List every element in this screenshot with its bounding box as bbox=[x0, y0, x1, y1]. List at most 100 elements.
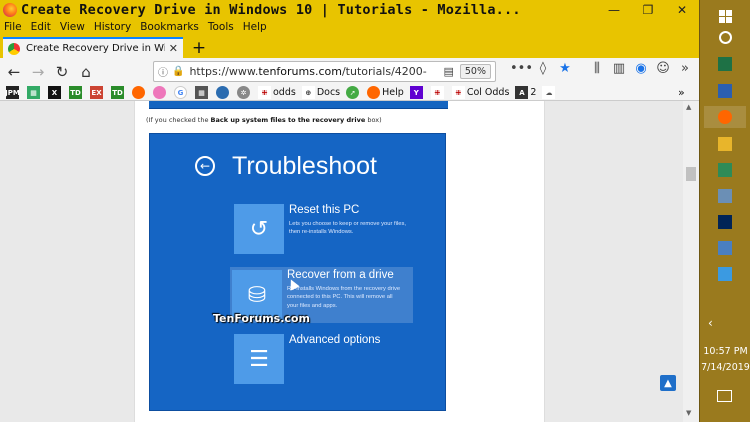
menu-help[interactable]: Help bbox=[243, 21, 267, 33]
reset-pc-title: Reset this PC bbox=[289, 204, 360, 216]
account-icon[interactable]: ☺ bbox=[652, 61, 674, 76]
cortana-button[interactable] bbox=[712, 26, 738, 48]
advanced-options-title: Advanced options bbox=[289, 334, 381, 346]
bookmark-film[interactable]: ▦ bbox=[195, 86, 210, 100]
taskbar-monitor[interactable] bbox=[712, 263, 738, 285]
bookmark-yahoo[interactable]: Y bbox=[409, 86, 425, 100]
tab-active[interactable]: Create Recovery Drive in Windo ✕ bbox=[3, 37, 183, 58]
bookmark-ex[interactable]: EX bbox=[90, 86, 105, 100]
home-icon[interactable]: ⌂ bbox=[74, 60, 98, 84]
close-button[interactable]: ✕ bbox=[665, 0, 699, 19]
taskbar-app-green[interactable] bbox=[712, 159, 738, 181]
bookmarks-bar: JPM ▦ X TD EX TD G ▦ ✲ ⁜ odds ⊕ Docs ➚ Hel… bbox=[0, 85, 699, 101]
url-bar[interactable]: ⓘ 🔒 https://www.tenforums.com/tutorials/… bbox=[153, 61, 496, 82]
bookmark-jpm[interactable]: JPM bbox=[5, 86, 21, 100]
clock-date: 7/14/2019 bbox=[701, 362, 750, 373]
app-gray-icon bbox=[718, 189, 732, 203]
back-icon[interactable]: ← bbox=[2, 60, 26, 84]
zoom-level[interactable]: 50% bbox=[459, 64, 491, 79]
taskbar-powershell[interactable] bbox=[712, 211, 738, 233]
taskbar-firefox[interactable] bbox=[704, 106, 746, 128]
scroll-up-icon[interactable]: ▲ bbox=[686, 103, 691, 111]
taskbar-clock[interactable]: 10:57 PM 7/14/2019 bbox=[700, 346, 750, 373]
menu-view[interactable]: View bbox=[60, 21, 85, 33]
bookmark-col-odds[interactable]: ⁜ Col Odds bbox=[451, 86, 509, 100]
taskbar-network[interactable] bbox=[712, 237, 738, 259]
checklist-icon: ☰ bbox=[234, 334, 284, 384]
bookmark-a[interactable]: A2 bbox=[515, 86, 536, 100]
bookmark-docs[interactable]: ⊕ Docs bbox=[301, 86, 340, 100]
maximize-button[interactable]: ❐ bbox=[631, 0, 665, 19]
pocket-icon[interactable]: ◊ bbox=[532, 61, 554, 76]
url-text[interactable]: https://www.tenforums.com/tutorials/4200… bbox=[189, 65, 437, 78]
tab-bar: Create Recovery Drive in Windo ✕ + bbox=[0, 35, 699, 58]
info-icon[interactable]: ⓘ bbox=[158, 64, 168, 79]
bookmark-arrow[interactable]: ➚ bbox=[346, 86, 361, 100]
bookmark-td[interactable]: TD bbox=[69, 86, 84, 100]
show-hidden-icons-chevron-icon[interactable]: ‹ bbox=[708, 316, 713, 330]
nav-actions: ••• ◊ ★ ⫼ ▥ ◉ ☺ » ≡ bbox=[510, 61, 718, 76]
page-actions-icon[interactable]: ••• bbox=[510, 61, 533, 76]
bookmark-star-icon[interactable]: ★ bbox=[554, 61, 576, 76]
start-button[interactable] bbox=[712, 5, 738, 27]
advanced-options-option: ☰ Advanced options bbox=[232, 334, 422, 386]
taskbar-app-gray[interactable] bbox=[712, 185, 738, 207]
bookmark-firefox[interactable] bbox=[132, 86, 147, 100]
overflow-icon[interactable]: » bbox=[674, 61, 696, 76]
sidebar-icon[interactable]: ▥ bbox=[608, 61, 630, 76]
reset-icon: ↺ bbox=[234, 204, 284, 254]
monitor-icon bbox=[718, 267, 732, 281]
recover-drive-desc: Re-installs Windows from the recovery dr… bbox=[287, 286, 401, 309]
bookmark-td-2[interactable]: TD bbox=[111, 86, 126, 100]
powershell-icon bbox=[718, 215, 732, 229]
page-content: (If you checked the Back up system files… bbox=[0, 101, 699, 422]
firefox-taskbar-icon bbox=[718, 110, 732, 124]
recover-drive-title: Recover from a drive bbox=[287, 269, 394, 281]
watermark: TenForums.com bbox=[213, 312, 310, 325]
bookmark-chart[interactable]: ▦ bbox=[27, 86, 42, 100]
troubleshoot-title: Troubleshoot bbox=[232, 152, 377, 180]
extension-icon[interactable]: ◉ bbox=[630, 61, 652, 76]
menu-tools[interactable]: Tools bbox=[208, 21, 234, 33]
menu-history[interactable]: History bbox=[94, 21, 131, 33]
cortana-icon bbox=[718, 30, 732, 44]
article-body: (If you checked the Back up system files… bbox=[134, 101, 545, 422]
scrollbar[interactable] bbox=[683, 101, 699, 422]
menu-edit[interactable]: Edit bbox=[31, 21, 51, 33]
bookmark-circle[interactable] bbox=[216, 86, 231, 100]
scrollbar-thumb[interactable] bbox=[686, 167, 696, 181]
reset-pc-option: ↺ Reset this PC Lets you choose to keep … bbox=[232, 204, 422, 258]
forward-icon[interactable]: → bbox=[26, 60, 50, 84]
minimize-button[interactable]: — bbox=[597, 0, 631, 19]
window-title: Create Recovery Drive in Windows 10 | Tu… bbox=[21, 1, 521, 18]
menu-bar: File Edit View History Bookmarks Tools H… bbox=[0, 19, 699, 35]
taskbar: ‹ 10:57 PM 7/14/2019 bbox=[699, 0, 750, 422]
taskbar-explorer[interactable] bbox=[712, 133, 738, 155]
lock-icon[interactable]: 🔒 bbox=[172, 66, 184, 77]
network-icon bbox=[718, 241, 732, 255]
bookmark-x[interactable]: X bbox=[48, 86, 63, 100]
new-tab-button[interactable]: + bbox=[187, 37, 211, 58]
tab-close-icon[interactable]: ✕ bbox=[169, 42, 178, 55]
bookmark-flower[interactable] bbox=[153, 86, 168, 100]
menu-bookmarks[interactable]: Bookmarks bbox=[140, 21, 199, 33]
bookmark-pin[interactable]: ⁜ bbox=[430, 86, 446, 100]
bookmark-gear[interactable]: ✲ bbox=[237, 86, 252, 100]
troubleshoot-screenshot[interactable]: ← Troubleshoot ↺ Reset this PC Lets you … bbox=[149, 133, 446, 411]
bookmarks-overflow-icon[interactable]: » bbox=[678, 86, 692, 100]
image-caption: (If you checked the Back up system files… bbox=[146, 116, 382, 124]
bookmark-google[interactable]: G bbox=[174, 86, 189, 100]
reader-view-icon[interactable]: ▤ bbox=[443, 65, 453, 78]
reload-icon[interactable]: ↻ bbox=[50, 60, 74, 84]
taskbar-app-blue[interactable] bbox=[712, 80, 738, 102]
bookmark-odds[interactable]: ⁜ odds bbox=[258, 86, 296, 100]
taskbar-excel[interactable] bbox=[712, 53, 738, 75]
menu-file[interactable]: File bbox=[4, 21, 22, 33]
scroll-down-icon[interactable]: ▼ bbox=[686, 409, 691, 417]
back-to-top-button[interactable]: ▲ bbox=[660, 375, 676, 391]
bookmark-help[interactable]: Help bbox=[367, 86, 404, 100]
library-icon[interactable]: ⫼ bbox=[586, 61, 608, 76]
bookmark-cloud[interactable]: ☁ bbox=[542, 86, 557, 100]
reset-pc-desc: Lets you choose to keep or remove your f… bbox=[289, 221, 406, 236]
action-center-icon[interactable] bbox=[717, 390, 732, 402]
